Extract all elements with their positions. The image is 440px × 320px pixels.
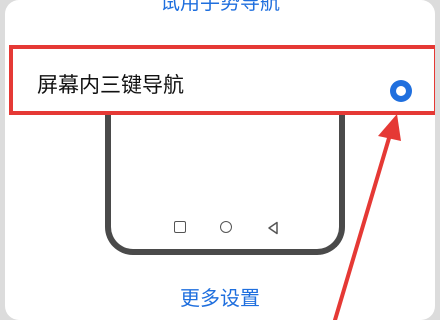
circle-icon <box>220 221 232 233</box>
three-key-navigation-option[interactable]: 屏幕内三键导航 <box>9 45 435 115</box>
square-icon <box>174 221 186 233</box>
back-triangle-icon <box>268 221 278 235</box>
phone-preview-illustration <box>105 115 345 255</box>
radio-selected-icon[interactable] <box>390 80 412 102</box>
try-gesture-navigation-link[interactable]: 试用手势导航 <box>5 0 435 15</box>
option-label: 屏幕内三键导航 <box>37 73 184 97</box>
nav-keys <box>111 219 339 235</box>
more-settings-link[interactable]: 更多设置 <box>5 282 435 311</box>
settings-card: 试用手势导航 屏幕内三键导航 更多设置 <box>5 0 435 320</box>
radio-dot <box>396 86 406 96</box>
